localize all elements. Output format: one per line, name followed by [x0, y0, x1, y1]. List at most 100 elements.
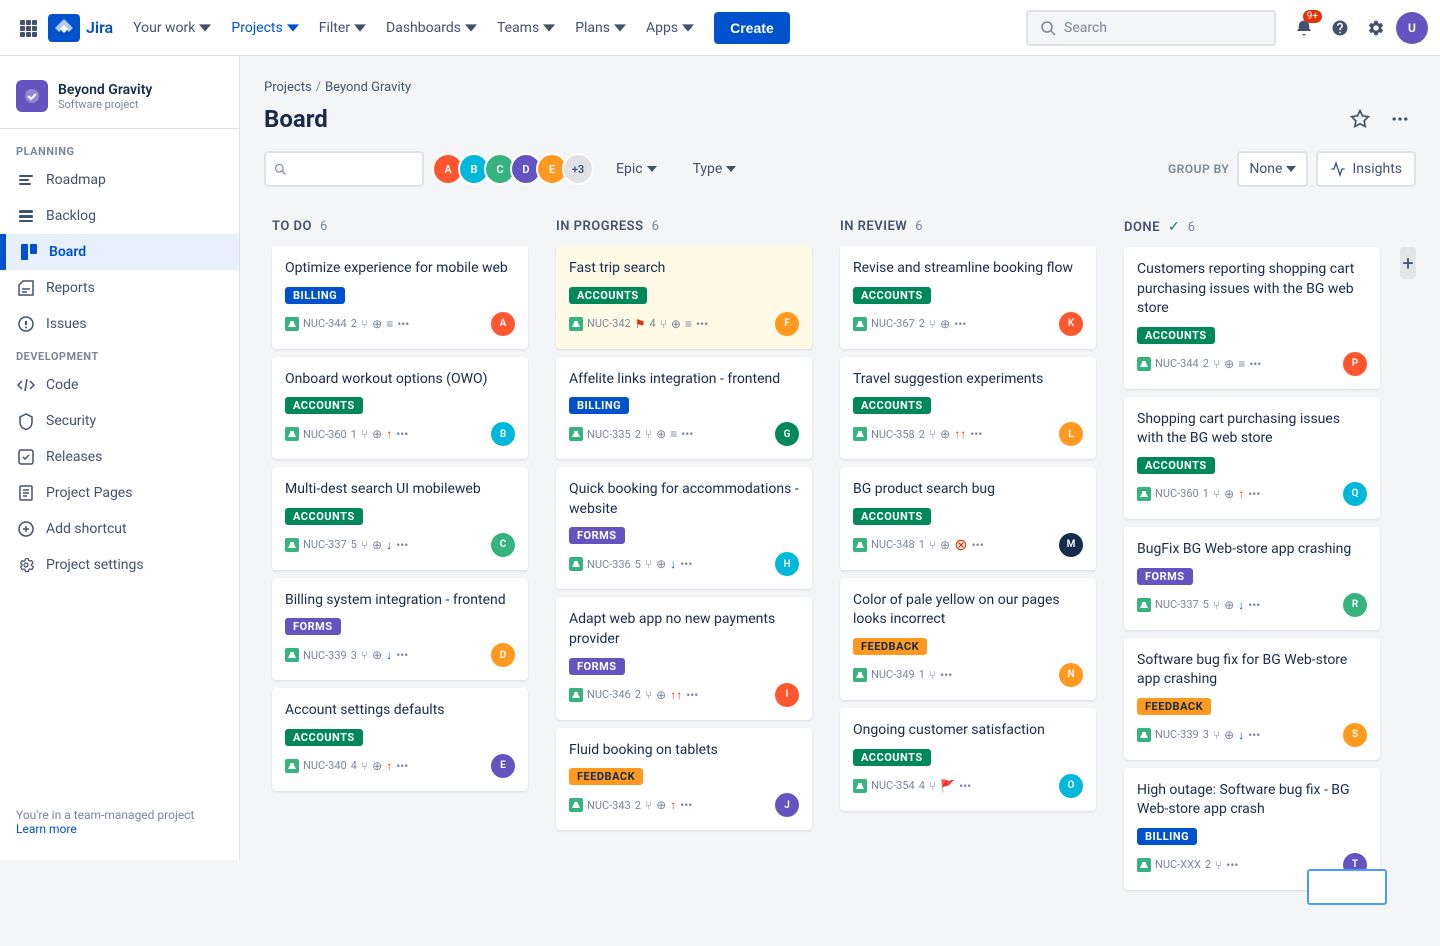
- card-nuc349-inreview[interactable]: Color of pale yellow on our pages looks …: [840, 578, 1096, 700]
- avatar-group: A B C D E +3: [432, 153, 594, 185]
- sidebar-item-releases[interactable]: Releases: [0, 439, 239, 475]
- nav-plans[interactable]: Plans: [567, 12, 634, 44]
- sidebar-item-security[interactable]: Security: [0, 403, 239, 439]
- create-button[interactable]: Create: [714, 12, 790, 44]
- sidebar-item-project-settings[interactable]: Project settings: [0, 547, 239, 583]
- card-nuc367-inreview[interactable]: Revise and streamline booking flow ACCOU…: [840, 246, 1096, 349]
- reports-label: Reports: [46, 280, 95, 296]
- board-search-input[interactable]: [292, 161, 414, 177]
- sidebar-item-issues[interactable]: Issues: [0, 306, 239, 342]
- board-search[interactable]: [264, 151, 424, 187]
- notifications-button[interactable]: 9+: [1288, 12, 1320, 44]
- card-done-5[interactable]: High outage: Software bug fix - BG Web-s…: [1124, 768, 1380, 890]
- card-nuc346-inprogress[interactable]: Adapt web app no new payments provider F…: [556, 597, 812, 719]
- card-nuc348-inreview[interactable]: BG product search bug ACCOUNTS NUC-348 1…: [840, 467, 1096, 570]
- star-button[interactable]: [1344, 103, 1376, 135]
- card-title: Account settings defaults: [285, 701, 515, 721]
- ticket-icon: [569, 427, 583, 441]
- ticket-icon: [1137, 858, 1151, 872]
- nav-teams[interactable]: Teams: [489, 12, 563, 44]
- group-by-select[interactable]: None: [1237, 151, 1308, 187]
- card-nuc342-inprogress[interactable]: Fast trip search ACCOUNTS NUC-342 ⚑ 4 ⑂ …: [556, 246, 812, 349]
- sidebar-item-board[interactable]: Board: [0, 234, 239, 270]
- avatar-more[interactable]: +3: [562, 153, 594, 185]
- board-toolbar: A B C D E +3 Epic Type GROUP BY None Ins…: [264, 151, 1416, 187]
- card-label: FEEDBACK: [1137, 698, 1211, 715]
- more-options-button[interactable]: [1384, 103, 1416, 135]
- card-label: BILLING: [569, 397, 629, 414]
- learn-more-link[interactable]: Learn more: [16, 822, 77, 836]
- column-inreview-title: IN REVIEW: [840, 219, 907, 234]
- card-nuc339-todo[interactable]: Billing system integration - frontend FO…: [272, 578, 528, 681]
- nav-apps[interactable]: Apps: [638, 12, 702, 44]
- card-footer: NUC-335 2 ⑂ ⊕ ≡ ••• G: [569, 422, 799, 446]
- card-avatar: A: [491, 312, 515, 336]
- column-inprogress-header: IN PROGRESS 6: [556, 215, 812, 246]
- insights-button[interactable]: Insights: [1316, 151, 1416, 187]
- card-done-1[interactable]: Customers reporting shopping cart purcha…: [1124, 247, 1380, 389]
- sidebar-item-code[interactable]: Code: [0, 367, 239, 403]
- backlog-icon: [16, 206, 36, 226]
- sidebar-item-reports[interactable]: Reports: [0, 270, 239, 306]
- breadcrumb-beyond-gravity[interactable]: Beyond Gravity: [325, 80, 411, 95]
- card-nuc354-inreview[interactable]: Ongoing customer satisfaction ACCOUNTS N…: [840, 708, 1096, 811]
- card-footer: NUC-337 5 ⑂ ⊕ ↓ ••• R: [1137, 593, 1367, 617]
- card-nuc358-inreview[interactable]: Travel suggestion experiments ACCOUNTS N…: [840, 357, 1096, 460]
- card-label: ACCOUNTS: [285, 397, 363, 414]
- search-bar[interactable]: Search: [1026, 10, 1276, 46]
- card-nuc336-inprogress[interactable]: Quick booking for accommodations - websi…: [556, 467, 812, 589]
- ticket-icon: [285, 538, 299, 552]
- sidebar-item-roadmap[interactable]: Roadmap: [0, 162, 239, 198]
- sidebar-project[interactable]: Beyond Gravity Software project: [0, 72, 239, 129]
- breadcrumb-projects[interactable]: Projects: [264, 80, 312, 95]
- ticket-icon: [1137, 357, 1151, 371]
- card-label: ACCOUNTS: [285, 508, 363, 525]
- card-nuc344-todo[interactable]: Optimize experience for mobile web BILLI…: [272, 246, 528, 349]
- card-footer: NUC-339 3 ⑂ ⊕ ↓ ••• D: [285, 643, 515, 667]
- sidebar-item-project-pages[interactable]: Project Pages: [0, 475, 239, 511]
- sidebar-item-add-shortcut[interactable]: Add shortcut: [0, 511, 239, 547]
- card-done-4[interactable]: Software bug fix for BG Web-store app cr…: [1124, 638, 1380, 760]
- user-avatar[interactable]: U: [1396, 12, 1428, 44]
- card-avatar: J: [775, 793, 799, 817]
- card-nuc343-inprogress[interactable]: Fluid booking on tablets FEEDBACK NUC-34…: [556, 728, 812, 831]
- type-filter-button[interactable]: Type: [679, 151, 751, 187]
- ticket-icon: [853, 427, 867, 441]
- epic-filter-button[interactable]: Epic: [602, 151, 671, 187]
- card-footer: NUC-343 2 ⑂ ⊕ ↑ ••• J: [569, 793, 799, 817]
- more-icon[interactable]: •••: [397, 317, 409, 331]
- card-nuc360-todo[interactable]: Onboard workout options (OWO) ACCOUNTS N…: [272, 357, 528, 460]
- nav-dashboards[interactable]: Dashboards: [378, 12, 485, 44]
- card-footer: NUC-337 5 ⑂ ⊕ ↓ ••• C: [285, 533, 515, 557]
- group-by-chevron-icon: [1286, 166, 1296, 172]
- card-done-3[interactable]: BugFix BG Web-store app crashing FORMS N…: [1124, 527, 1380, 630]
- help-button[interactable]: [1324, 12, 1356, 44]
- jira-logo[interactable]: Jira: [48, 14, 113, 42]
- card-avatar: C: [491, 533, 515, 557]
- card-label: ACCOUNTS: [853, 508, 931, 525]
- ticket-icon: [1137, 487, 1151, 501]
- inline-edit-input[interactable]: [1307, 869, 1387, 905]
- sidebar-item-backlog[interactable]: Backlog: [0, 198, 239, 234]
- settings-button[interactable]: [1360, 12, 1392, 44]
- card-done-2[interactable]: Shopping cart purchasing issues with the…: [1124, 397, 1380, 519]
- card-title: Billing system integration - frontend: [285, 591, 515, 611]
- roadmap-icon: [16, 170, 36, 190]
- add-column-button[interactable]: +: [1400, 247, 1416, 279]
- nav-your-work[interactable]: Your work: [125, 12, 219, 44]
- ticket-icon: [569, 557, 583, 571]
- card-nuc337-todo[interactable]: Multi-dest search UI mobileweb ACCOUNTS …: [272, 467, 528, 570]
- card-nuc335-inprogress[interactable]: Affelite links integration - frontend BI…: [556, 357, 812, 460]
- card-footer: NUC-358 2 ⑂ ⊕ ↑↑ ••• L: [853, 422, 1083, 446]
- card-avatar: P: [1343, 352, 1367, 376]
- ticket-icon: [569, 798, 583, 812]
- card-label: ACCOUNTS: [853, 749, 931, 766]
- card-title: Customers reporting shopping cart purcha…: [1137, 260, 1367, 319]
- ticket-icon: [569, 317, 583, 331]
- grid-menu-icon[interactable]: [12, 12, 44, 44]
- card-title: BG product search bug: [853, 480, 1083, 500]
- nav-projects[interactable]: Projects: [223, 12, 306, 44]
- priority-icon: ≡: [386, 317, 393, 331]
- card-nuc340-todo[interactable]: Account settings defaults ACCOUNTS NUC-3…: [272, 688, 528, 791]
- nav-filter[interactable]: Filter: [311, 12, 374, 44]
